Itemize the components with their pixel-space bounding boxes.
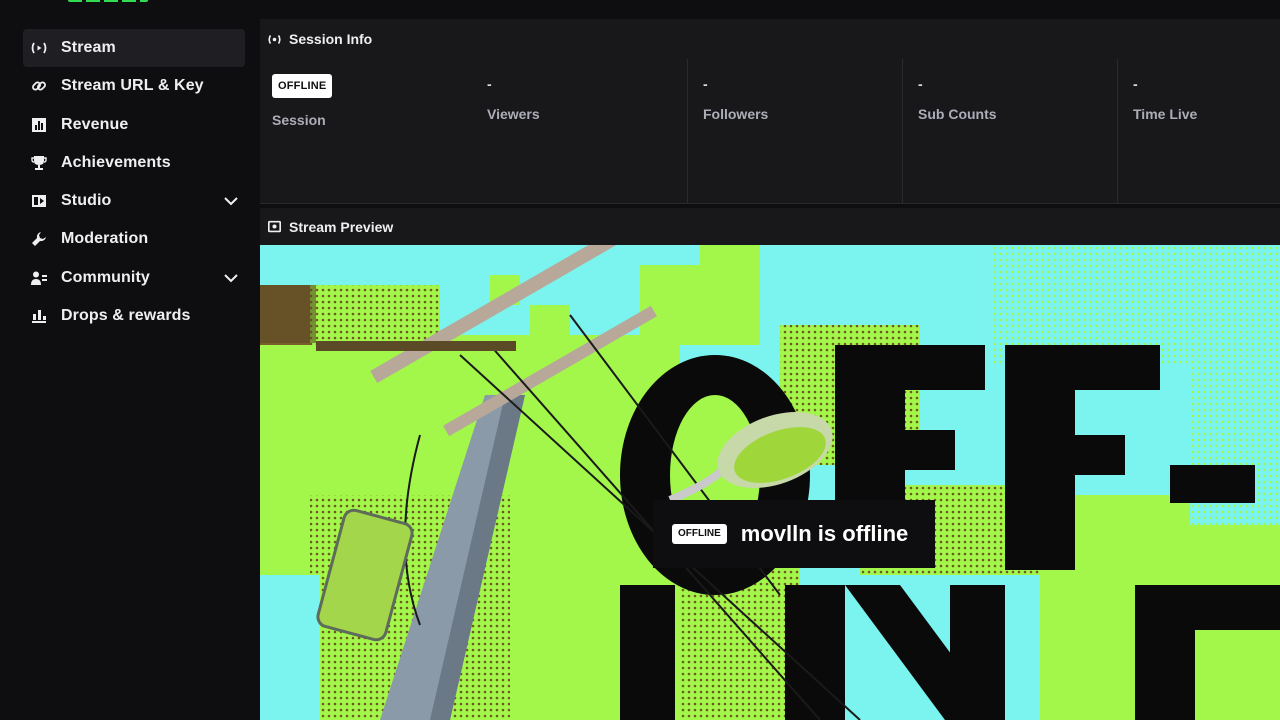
studio-icon [31, 193, 47, 209]
stat-label: Session [272, 112, 326, 128]
chevron-down-icon[interactable] [223, 193, 239, 209]
stat-sub-counts: - Sub Counts [902, 59, 1117, 204]
wrench-icon [31, 231, 47, 247]
sidebar-item-stream[interactable]: Stream [23, 29, 245, 67]
stream-preview-panel: Stream Preview OFFLINE movlln is offline [260, 208, 1280, 720]
offline-artwork [260, 245, 1280, 720]
sidebar-item-label: Moderation [61, 230, 149, 248]
link-icon [31, 78, 47, 94]
session-info-title: Session Info [289, 31, 373, 47]
stat-label: Time Live [1133, 106, 1198, 122]
sidebar-item-community[interactable]: Community [23, 259, 245, 297]
stat-time-live: - Time Live [1117, 59, 1280, 204]
stat-label: Followers [703, 106, 769, 122]
sidebar-item-studio[interactable]: Studio [23, 182, 245, 220]
sidebar-item-label: Stream URL & Key [61, 77, 204, 95]
stat-value: - [1133, 76, 1138, 92]
sidebar-item-moderation[interactable]: Moderation [23, 220, 245, 258]
stat-label: Viewers [487, 106, 540, 122]
sidebar-item-label: Studio [61, 192, 112, 210]
broadcast-icon [31, 40, 47, 56]
offline-message: movlln is offline [740, 521, 909, 546]
session-stats: OFFLINE Session - Viewers - Followers - … [260, 59, 1280, 204]
status-badge: OFFLINE [272, 74, 333, 98]
stat-value: - [487, 76, 492, 92]
stream-preview-title: Stream Preview [289, 218, 394, 235]
stat-value: - [918, 76, 923, 92]
chevron-down-icon[interactable] [223, 270, 239, 286]
preview-icon [268, 220, 281, 233]
trophy-icon [31, 155, 47, 171]
stat-label: Sub Counts [918, 106, 997, 122]
stream-preview-header: Stream Preview [260, 208, 1280, 245]
offline-badge: OFFLINE [672, 524, 727, 544]
sidebar-item-achievements[interactable]: Achievements [23, 144, 245, 182]
sidebar: Stream Stream URL & Key Revenue Achievem… [0, 0, 256, 720]
session-info-panel: Session Info OFFLINE Session - Viewers -… [260, 19, 1280, 204]
logo[interactable] [68, 0, 148, 2]
stat-viewers: - Viewers [472, 59, 687, 204]
offline-overlay: OFFLINE movlln is offline [653, 500, 935, 568]
sidebar-item-label: Stream [61, 39, 116, 56]
sidebar-item-label: Drops & rewards [61, 307, 191, 325]
bar-chart-icon [31, 117, 47, 133]
broadcast-icon [268, 33, 281, 46]
sidebar-item-revenue[interactable]: Revenue [23, 106, 245, 144]
stat-value: - [703, 76, 708, 92]
sidebar-nav: Stream Stream URL & Key Revenue Achievem… [23, 29, 245, 335]
stream-preview-image[interactable]: OFFLINE movlln is offline [260, 245, 1280, 720]
drops-icon [31, 308, 47, 324]
session-info-header: Session Info [260, 19, 1280, 59]
people-icon [31, 270, 47, 286]
sidebar-item-stream-url-key[interactable]: Stream URL & Key [23, 67, 245, 105]
sidebar-item-label: Achievements [61, 153, 171, 171]
sidebar-item-label: Revenue [61, 115, 129, 133]
stat-followers: - Followers [687, 59, 902, 204]
stat-session: OFFLINE Session [260, 59, 472, 204]
sidebar-item-drops-rewards[interactable]: Drops & rewards [23, 297, 245, 335]
sidebar-item-label: Community [61, 268, 150, 286]
